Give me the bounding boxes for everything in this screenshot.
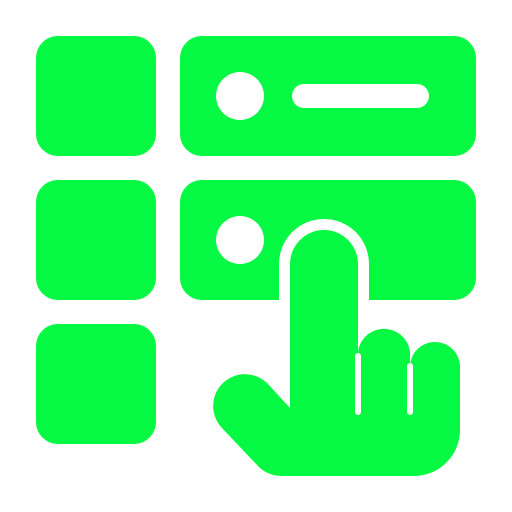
icon-canvas — [0, 0, 512, 512]
grid-tile-icon — [36, 36, 156, 156]
grid-tile-icon — [36, 180, 156, 300]
row-dot-icon — [216, 72, 264, 120]
grid-tile-icon — [36, 324, 156, 444]
row-line-icon — [292, 84, 429, 108]
row-dot-icon — [216, 216, 264, 264]
select-list-item-icon — [36, 36, 476, 487]
list-row-top — [180, 36, 476, 156]
